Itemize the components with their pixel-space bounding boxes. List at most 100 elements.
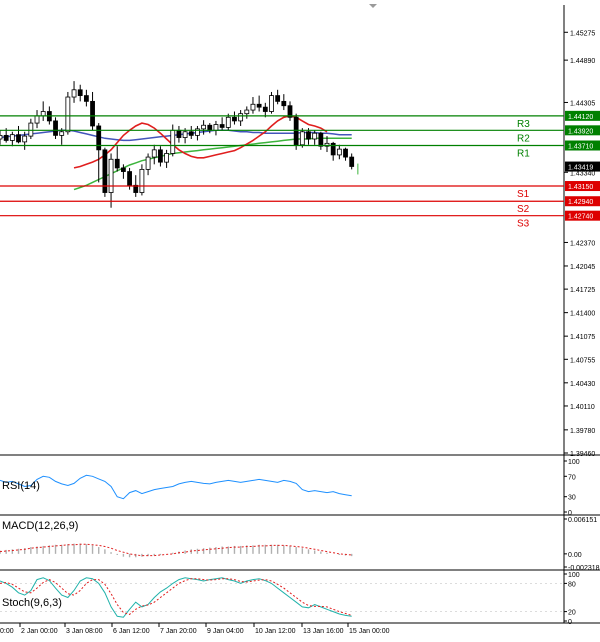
bear-candle (207, 124, 213, 131)
rsi-tick-label: 0 (568, 510, 572, 517)
time-tick-label: 2 Jan 00:00 (21, 628, 58, 635)
bear-candle (281, 100, 287, 107)
price-tick-label: 1.45275 (570, 30, 595, 37)
bull-candle (213, 124, 219, 131)
level-price-value: 1.43920 (568, 128, 593, 135)
bull-candle (108, 158, 114, 193)
bear-candle (121, 167, 126, 172)
bear-candle (90, 100, 95, 127)
bear-candle (262, 106, 268, 112)
level-price-value: 1.42940 (568, 199, 593, 206)
bull-candle (269, 95, 274, 112)
bear-candle (16, 134, 21, 143)
bear-candle (77, 89, 83, 96)
bull-candle (59, 131, 65, 136)
time-tick-label: 7 Jan 20:00 (160, 628, 197, 635)
macd-tick-label: -0.002318 (568, 565, 600, 572)
bear-candle (318, 132, 324, 147)
bull-candle (22, 135, 28, 143)
level-price-value: 1.43150 (568, 184, 593, 191)
chart-canvas: 1.452751.448901.443051.433401.423701.420… (0, 0, 600, 637)
bear-candle (176, 129, 182, 138)
price-tick-label: 1.42370 (570, 240, 595, 247)
price-tick-label: 1.44305 (570, 100, 595, 107)
bull-candle (71, 89, 77, 98)
price-tick-label: 1.41075 (570, 334, 595, 341)
bull-candle (312, 132, 318, 140)
time-tick-label: 13 Jan 16:00 (303, 628, 344, 635)
time-tick-label: 6 Jan 12:00 (113, 628, 150, 635)
level-price-value: 1.42740 (568, 214, 593, 221)
price-tick-label: 1.40110 (570, 404, 595, 411)
price-tick-label: 1.40430 (570, 381, 595, 388)
rsi-title: RSI(14) (2, 480, 40, 492)
bull-candle (299, 131, 305, 146)
bear-candle (219, 124, 225, 128)
bear-candle (127, 171, 132, 186)
stoch-tick-label: 20 (568, 610, 576, 617)
bear-candle (306, 131, 311, 140)
macd-tick-label: 0.00 (568, 552, 582, 559)
bull-candle (336, 148, 342, 156)
bear-candle (256, 103, 262, 108)
bull-candle (182, 131, 188, 138)
macd-tick-label: 0.006151 (568, 517, 597, 524)
bull-candle (34, 115, 40, 124)
bull-candle (145, 156, 151, 170)
price-tick-label: 1.40755 (570, 357, 595, 364)
time-tick-label: 9 Jan 04:00 (207, 628, 244, 635)
level-label-s1: S1 (517, 189, 530, 200)
bear-candle (343, 148, 348, 158)
bear-candle (96, 125, 102, 151)
bull-candle (139, 168, 145, 193)
bull-candle (164, 153, 169, 163)
bear-candle (114, 158, 120, 169)
rsi-tick-label: 70 (568, 474, 576, 481)
rsi-tick-label: 30 (568, 495, 576, 502)
forex-chart: 1.45275 1.44890 1.44305 1.43340 1.42370 1.420… (0, 0, 600, 637)
bear-candle (275, 95, 281, 102)
bull-candle (40, 111, 46, 117)
bull-candle (225, 116, 231, 128)
level-price-value: 1.44120 (568, 114, 593, 121)
level-price-value: 1.43710 (568, 144, 593, 151)
time-tick-label: 15 Jan 00:00 (349, 628, 390, 635)
chart-background (0, 0, 600, 637)
price-tick-label: 1.44890 (570, 58, 595, 65)
time-tick-label: 3 Jan 08:00 (66, 628, 103, 635)
bull-candle (201, 124, 207, 130)
bull-candle (65, 96, 71, 133)
level-label-s2: S2 (517, 204, 530, 215)
price-tick-label: 1.39780 (570, 428, 595, 435)
stoch-title: Stoch(9,6,3) (2, 597, 62, 609)
bull-candle (244, 109, 250, 115)
bull-candle (238, 113, 244, 122)
price-tick-label: 1.42045 (570, 264, 595, 271)
time-tick-label: 10 Jan 12:00 (255, 628, 296, 635)
stoch-tick-label: 80 (568, 581, 576, 588)
bear-candle (83, 95, 89, 102)
rsi-tick-label: 100 (568, 459, 580, 466)
stoch-tick-label: 100 (568, 572, 580, 579)
bear-candle (188, 131, 194, 136)
time-tick-label: 0:00 (0, 628, 14, 635)
price-tick-label: 1.41725 (570, 287, 595, 294)
bear-candle (53, 120, 58, 136)
bull-candle (28, 122, 34, 137)
level-label-r1: R1 (517, 149, 530, 160)
bull-candle (0, 134, 3, 140)
macd-title: MACD(12,26,9) (2, 520, 78, 532)
level-label-s3: S3 (517, 219, 530, 230)
bear-candle (232, 116, 237, 122)
bull-candle (250, 103, 256, 111)
bear-candle (293, 116, 299, 146)
bear-candle (158, 149, 163, 163)
bull-candle (151, 149, 157, 158)
price-tick-label: 1.41400 (570, 311, 595, 318)
bull-candle (9, 134, 15, 141)
current-price-value: 1.43419 (568, 165, 593, 172)
bear-candle (349, 156, 355, 167)
bull-candle (170, 129, 176, 154)
bear-candle (3, 134, 9, 141)
level-label-r2: R2 (517, 133, 530, 144)
